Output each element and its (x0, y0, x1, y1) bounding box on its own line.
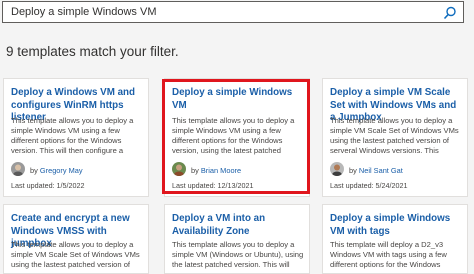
search-icon[interactable] (443, 6, 457, 20)
search-value: Deploy a simple Windows VM (11, 6, 157, 18)
card-description: This template allows you to deploy a sim… (172, 116, 295, 155)
avatar (330, 162, 344, 176)
last-updated: Last updated: 5/24/2021 (330, 181, 408, 190)
last-updated: Last updated: 1/5/2022 (11, 181, 85, 190)
template-card[interactable]: Create and encrypt a new Windows VMSS wi… (3, 204, 149, 274)
match-count: 9 templates match your filter. (6, 44, 179, 59)
search-input[interactable]: Deploy a simple Windows VM (2, 1, 464, 23)
author-link[interactable]: Brian Moore (201, 166, 241, 175)
template-card[interactable]: Deploy a simple Windows VM This template… (164, 78, 310, 197)
by-label: by (30, 166, 38, 175)
avatar (172, 162, 186, 176)
card-title[interactable]: Deploy a simple Windows VM with tags (330, 213, 462, 238)
author-link[interactable]: Neil Sant Gat (359, 166, 403, 175)
template-card[interactable]: Deploy a Windows VM and configures WinRM… (3, 78, 149, 197)
card-description: This template will deploy a D2_v3 Window… (330, 240, 447, 269)
card-description: This template allows you to deploy a sim… (330, 116, 459, 155)
template-card[interactable]: Deploy a VM into an Availability Zone Th… (164, 204, 310, 274)
author-line: by Gregory May (30, 166, 83, 175)
card-title[interactable]: Deploy a simple Windows VM (172, 87, 304, 112)
by-label: by (349, 166, 357, 175)
avatar (11, 162, 25, 176)
template-card[interactable]: Deploy a simple Windows VM with tags Thi… (322, 204, 468, 274)
author-link[interactable]: Gregory May (40, 166, 83, 175)
last-updated: Last updated: 12/13/2021 (172, 181, 254, 190)
by-label: by (191, 166, 199, 175)
author-line: by Neil Sant Gat (349, 166, 403, 175)
template-card[interactable]: Deploy a simple VM Scale Set with Window… (322, 78, 468, 197)
author-line: by Brian Moore (191, 166, 241, 175)
card-description: This template allows you to deploy a sim… (172, 240, 304, 269)
card-description: This template allows you to deploy a sim… (11, 116, 134, 155)
card-description: This template allows you to deploy a sim… (11, 240, 140, 269)
card-title[interactable]: Deploy a VM into an Availability Zone (172, 213, 304, 238)
